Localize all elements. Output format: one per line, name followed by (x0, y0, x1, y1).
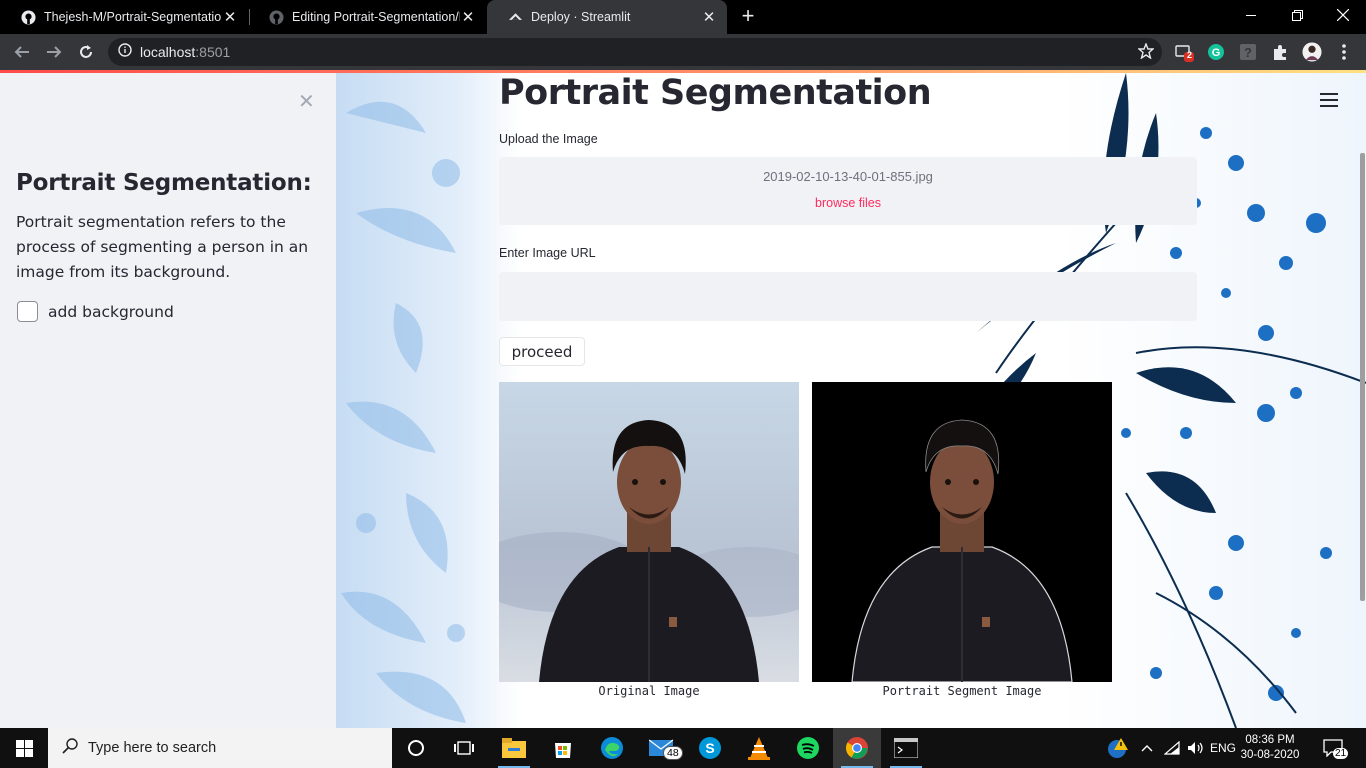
new-tab-icon[interactable]: + (737, 5, 759, 27)
browser-toolbar: localhost:8501 2 G ? (0, 34, 1366, 70)
browser-tab[interactable]: Editing Portrait-Segmentation/RE ✕ (248, 0, 486, 34)
url-port: :8501 (195, 44, 231, 60)
site-info-icon[interactable] (118, 42, 132, 62)
browser-tab[interactable]: Thejesh-M/Portrait-Segmentation ✕ (0, 0, 248, 34)
minimize-icon[interactable] (1228, 0, 1274, 30)
image-url-input[interactable] (499, 272, 1197, 321)
page-scrollbar[interactable] (1360, 153, 1365, 601)
upload-label: Upload the Image (499, 132, 598, 146)
sidebar-description: Portrait segmentation refers to the proc… (16, 213, 309, 281)
segmented-image-caption: Portrait Segment Image (882, 684, 1042, 698)
add-background-checkbox[interactable]: add background (17, 301, 174, 322)
windows-start-icon[interactable] (0, 728, 48, 768)
search-icon (62, 737, 78, 759)
windows-taskbar: Type here to search 48 S ENG 08:36 PM 30… (0, 728, 1366, 768)
mail-badge: 48 (663, 746, 683, 760)
tab-title: Thejesh-M/Portrait-Segmentation (44, 10, 222, 24)
back-icon[interactable] (10, 40, 34, 64)
main-content: Portrait Segmentation Upload the Image 2… (336, 73, 1366, 728)
system-clock[interactable]: 08:36 PM 30-08-2020 (1238, 733, 1302, 763)
sidebar-title: Portrait Segmentation: (16, 170, 312, 196)
close-tab-icon[interactable]: ✕ (222, 8, 238, 26)
file-explorer-icon[interactable] (490, 728, 538, 768)
clock-date: 30-08-2020 (1240, 749, 1300, 761)
chrome-taskbar-icon[interactable] (833, 728, 881, 768)
proceed-button[interactable]: proceed (499, 337, 585, 366)
svg-text:S: S (705, 740, 714, 756)
sidebar: ✕ Portrait Segmentation: Portrait segmen… (0, 73, 336, 728)
svg-text:?: ? (1244, 45, 1252, 60)
page-title: Portrait Segmentation (499, 73, 932, 113)
bookmark-star-icon[interactable] (1137, 42, 1155, 64)
chrome-menu-icon[interactable] (1334, 42, 1354, 62)
network-icon[interactable] (1162, 728, 1182, 768)
close-tab-icon[interactable]: ✕ (701, 8, 717, 26)
address-bar[interactable]: localhost:8501 (108, 38, 1162, 66)
notification-center-icon[interactable]: 21 (1316, 728, 1350, 768)
browse-files-link[interactable]: browse files (499, 196, 1197, 210)
taskbar-search-box[interactable]: Type here to search (48, 728, 392, 768)
cortana-icon[interactable] (392, 728, 440, 768)
help-extension-icon[interactable]: ? (1238, 42, 1258, 62)
task-view-icon[interactable] (440, 728, 488, 768)
language-indicator[interactable]: ENG (1208, 728, 1238, 768)
address-url: localhost:8501 (140, 44, 230, 60)
segmented-image (812, 382, 1112, 682)
close-tab-icon[interactable]: ✕ (460, 8, 476, 26)
grammarly-icon[interactable]: G (1206, 42, 1226, 62)
people-alert-icon[interactable] (1102, 728, 1134, 768)
vlc-icon[interactable] (735, 728, 783, 768)
original-image-caption: Original Image (598, 684, 700, 698)
notification-count: 21 (1333, 748, 1349, 759)
browser-tab-active[interactable]: Deploy · Streamlit ✕ (487, 0, 727, 34)
cast-extension-icon[interactable]: 2 (1174, 42, 1194, 62)
url-host: localhost (140, 44, 196, 60)
original-image (499, 382, 799, 682)
skype-icon[interactable]: S (686, 728, 734, 768)
forward-icon[interactable] (42, 40, 66, 64)
terminal-icon[interactable] (882, 728, 930, 768)
hamburger-menu-icon[interactable] (1320, 93, 1338, 107)
github-icon (268, 9, 284, 25)
uploaded-filename: 2019-02-10-13-40-01-855.jpg (763, 169, 933, 184)
close-sidebar-icon[interactable]: ✕ (298, 89, 315, 114)
spotify-icon[interactable] (784, 728, 832, 768)
mail-icon[interactable]: 48 (637, 728, 685, 768)
checkbox-box[interactable] (17, 301, 38, 322)
file-uploader[interactable]: 2019-02-10-13-40-01-855.jpg browse files (499, 157, 1197, 225)
checkbox-label: add background (48, 302, 174, 321)
edge-icon[interactable] (588, 728, 636, 768)
svg-text:G: G (1212, 47, 1221, 59)
tab-title: Deploy · Streamlit (531, 10, 631, 24)
show-hidden-icons-icon[interactable] (1138, 728, 1156, 768)
close-window-icon[interactable] (1320, 0, 1366, 30)
github-icon (20, 9, 36, 25)
profile-avatar[interactable] (1302, 42, 1322, 62)
streamlit-icon (507, 9, 523, 25)
extensions-puzzle-icon[interactable] (1270, 42, 1290, 62)
volume-icon[interactable] (1186, 728, 1206, 768)
microsoft-store-icon[interactable] (539, 728, 587, 768)
url-label: Enter Image URL (499, 246, 596, 260)
clock-time: 08:36 PM (1245, 734, 1295, 746)
reload-icon[interactable] (74, 40, 98, 64)
browser-tab-strip: Thejesh-M/Portrait-Segmentation ✕ Editin… (0, 0, 1366, 34)
tab-title: Editing Portrait-Segmentation/RE (292, 10, 460, 24)
extension-badge: 2 (1187, 50, 1193, 60)
restore-icon[interactable] (1274, 0, 1320, 30)
search-placeholder: Type here to search (88, 740, 217, 756)
